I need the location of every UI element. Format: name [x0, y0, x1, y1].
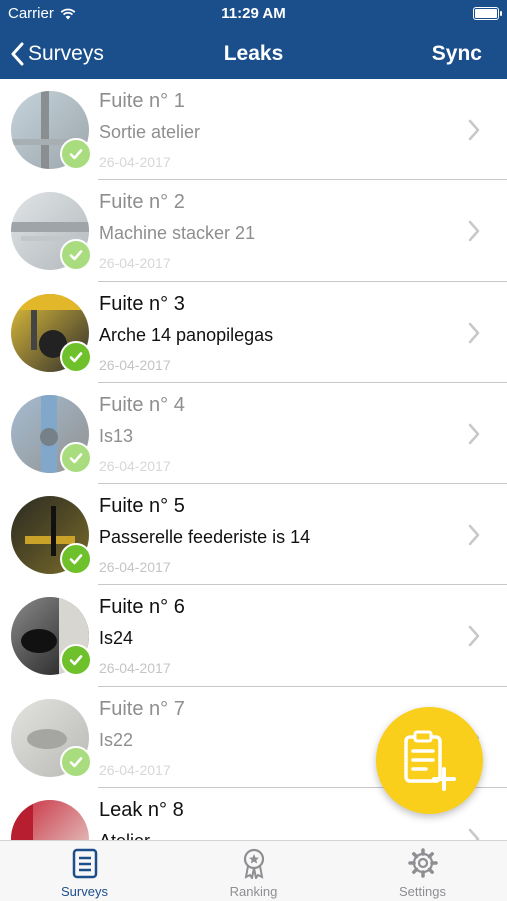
battery-icon	[473, 7, 502, 20]
leak-row[interactable]: Fuite n° 1 Sortie atelier 26-04-2017	[0, 79, 507, 181]
leak-location: Sortie atelier	[99, 122, 201, 142]
check-icon	[60, 441, 92, 474]
check-icon	[60, 745, 92, 778]
check-icon	[60, 239, 92, 272]
status-time: 11:29 AM	[221, 5, 286, 22]
leak-location: Is13	[99, 425, 134, 446]
leak-title: Fuite n° 3	[99, 292, 185, 315]
chevron-right-icon	[468, 322, 480, 343]
tab-label: Settings	[399, 884, 446, 899]
battery-level	[475, 9, 497, 18]
sync-button[interactable]: Sync	[432, 28, 482, 79]
chevron-right-icon	[468, 221, 480, 242]
back-button-label: Surveys	[28, 41, 104, 65]
check-icon	[60, 543, 92, 576]
leak-title: Fuite n° 2	[99, 191, 185, 214]
chevron-right-icon	[468, 423, 480, 445]
check-icon	[60, 340, 92, 373]
leak-date: 26-04-2017	[99, 761, 171, 778]
tab-settings[interactable]: Settings	[338, 841, 507, 901]
leak-photo	[11, 800, 89, 840]
gear-icon	[408, 848, 438, 878]
chevron-left-icon	[11, 42, 24, 65]
leak-title: Fuite n° 7	[99, 697, 185, 720]
tab-ranking[interactable]: Ranking	[169, 841, 338, 901]
leak-row[interactable]: Fuite n° 5 Passerelle feederiste is 14 2…	[0, 484, 507, 586]
leak-date: 26-04-2017	[99, 559, 171, 576]
tab-bar: Surveys Ranking Settings	[0, 840, 507, 901]
check-icon	[60, 644, 92, 677]
chevron-right-icon	[468, 524, 480, 546]
chevron-right-icon	[468, 119, 480, 141]
leak-location: Atelier	[99, 831, 150, 840]
leak-row[interactable]: Fuite n° 3 Arche 14 panopilegas 26-04-20…	[0, 282, 507, 383]
navigation-bar: Surveys Leaks Sync	[0, 28, 507, 79]
leak-location: Is22	[99, 729, 134, 750]
leak-row[interactable]: Fuite n° 2 Machine stacker 21 26-04-2017	[0, 180, 507, 282]
leak-row[interactable]: Fuite n° 6 Is24 26-04-2017	[0, 585, 507, 687]
add-survey-icon	[403, 730, 456, 791]
leak-location: Is24	[99, 628, 134, 649]
tab-surveys[interactable]: Surveys	[0, 841, 169, 901]
leak-title: Fuite n° 4	[99, 393, 185, 416]
leak-title: Fuite n° 5	[99, 495, 185, 518]
leak-row[interactable]: Fuite n° 4 Is13 26-04-2017	[0, 383, 507, 485]
leak-location: Machine stacker 21	[99, 223, 256, 244]
leak-date: 26-04-2017	[99, 154, 171, 170]
chevron-right-icon	[468, 626, 480, 647]
tab-label: Ranking	[229, 884, 278, 899]
leak-date: 26-04-2017	[99, 356, 171, 373]
leak-title: Leak n° 8	[99, 799, 184, 822]
leak-date: 26-04-2017	[99, 457, 171, 474]
chevron-right-icon	[468, 828, 480, 840]
leak-date: 26-04-2017	[99, 255, 171, 272]
leak-location: Passerelle feederiste is 14	[99, 527, 311, 548]
leak-title: Fuite n° 6	[99, 596, 185, 619]
status-bar: Carrier 11:29 AM	[0, 0, 507, 28]
leak-location: Arche 14 panopilegas	[99, 324, 274, 345]
check-icon	[60, 138, 92, 170]
back-button[interactable]: Surveys	[10, 28, 104, 79]
tab-label: Surveys	[61, 884, 108, 899]
clipboard-icon	[72, 848, 98, 879]
add-survey-button[interactable]	[376, 707, 483, 814]
leak-title: Fuite n° 1	[99, 90, 185, 112]
leak-date: 26-04-2017	[99, 660, 171, 677]
award-icon	[243, 848, 265, 879]
